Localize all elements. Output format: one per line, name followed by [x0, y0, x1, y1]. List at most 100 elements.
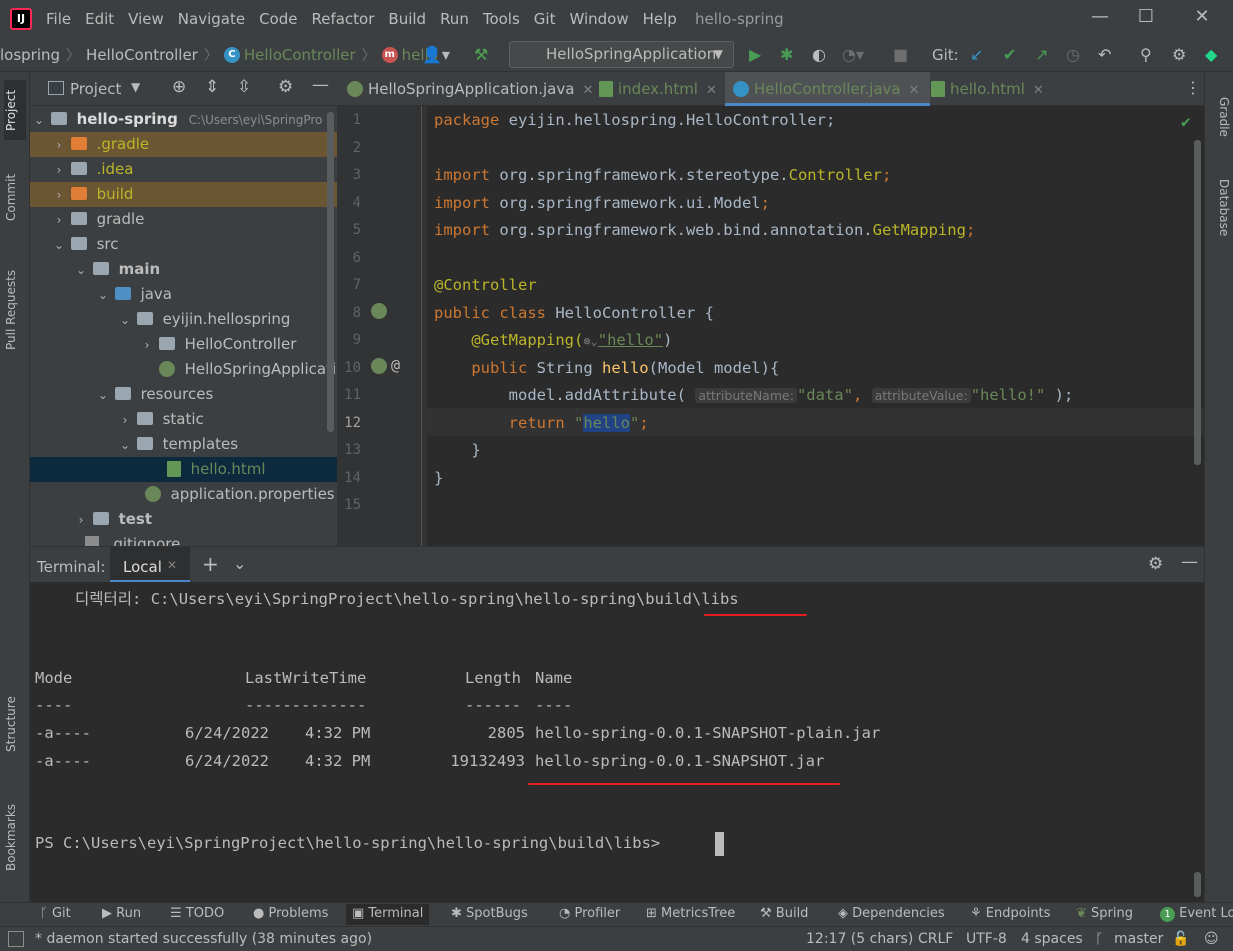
- gear-icon[interactable]: ⚙: [278, 77, 293, 97]
- tool-tab-bookmarks[interactable]: Bookmarks: [4, 792, 26, 882]
- spring-bean-icon[interactable]: [371, 303, 387, 319]
- breadcrumb-class[interactable]: HelloController: [244, 46, 356, 64]
- tree-item[interactable]: .gitignore: [30, 532, 337, 546]
- line-separator[interactable]: CRLF: [918, 931, 953, 947]
- hector-icon[interactable]: ☺: [1204, 931, 1219, 947]
- tool-profiler[interactable]: ◔ Profiler: [559, 906, 620, 921]
- close-icon[interactable]: ✕: [582, 83, 593, 98]
- tool-endpoints[interactable]: ⚘ Endpoints: [970, 906, 1050, 921]
- hide-panel-icon[interactable]: —: [312, 75, 329, 95]
- tree-item-root[interactable]: ⌄ hello-spring C:\Users\eyi\SpringPro: [30, 107, 337, 132]
- menu-tools[interactable]: Tools: [483, 10, 520, 28]
- git-branch[interactable]: master: [1114, 931, 1163, 947]
- debug-icon[interactable]: ✱: [780, 45, 793, 64]
- profile-icon[interactable]: ◔▾: [842, 45, 864, 64]
- editor-scrollbar[interactable]: [1194, 140, 1201, 465]
- tool-git[interactable]: ᚴ Git: [40, 906, 71, 921]
- more-tabs-icon[interactable]: ⋮: [1185, 78, 1201, 97]
- tree-item[interactable]: ⌄ resources: [30, 382, 337, 407]
- tree-item[interactable]: ⌄ main: [30, 257, 337, 282]
- maximize-button[interactable]: ☐: [1131, 6, 1161, 32]
- tool-tab-structure[interactable]: Structure: [4, 684, 26, 764]
- breadcrumb-file[interactable]: HelloController: [86, 46, 198, 64]
- spring-bean-icon[interactable]: [371, 358, 387, 374]
- user-icon[interactable]: 👤▾: [422, 45, 450, 64]
- terminal-scrollbar[interactable]: [1194, 872, 1201, 897]
- tree-item[interactable]: HelloSpringApplicatio: [30, 357, 337, 382]
- tab-hello-html[interactable]: hello.html ✕: [931, 72, 1044, 106]
- terminal-output[interactable]: 디렉터리: C:\Users\eyi\SpringProject\hello-s…: [30, 582, 1204, 902]
- tool-tab-pull-requests[interactable]: Pull Requests: [4, 260, 26, 360]
- breadcrumb-project[interactable]: lospring: [0, 46, 60, 64]
- request-mapping-icon[interactable]: @: [391, 356, 400, 374]
- project-panel-title[interactable]: Project: [70, 80, 121, 98]
- no-problems-check-icon[interactable]: ✔: [1181, 112, 1191, 131]
- menu-navigate[interactable]: Navigate: [178, 10, 245, 28]
- tool-dependencies[interactable]: ◈ Dependencies: [838, 906, 945, 921]
- tree-item[interactable]: › build: [30, 182, 337, 207]
- plugin-logo-icon[interactable]: ◆: [1205, 45, 1217, 64]
- tool-tab-project[interactable]: Project: [4, 80, 26, 140]
- chevron-down-icon[interactable]: ⌄: [233, 554, 246, 573]
- git-update-icon[interactable]: ↙: [970, 45, 983, 64]
- tree-item[interactable]: › static: [30, 407, 337, 432]
- gear-icon[interactable]: ⚙: [1148, 554, 1163, 574]
- menu-code[interactable]: Code: [259, 10, 297, 28]
- tree-item[interactable]: ⌄ java: [30, 282, 337, 307]
- lock-icon[interactable]: 🔓: [1172, 931, 1189, 947]
- tree-item[interactable]: › .gradle: [30, 132, 337, 157]
- tree-item[interactable]: › test: [30, 507, 337, 532]
- menu-refactor[interactable]: Refactor: [311, 10, 374, 28]
- tree-item-selected[interactable]: hello.html: [30, 457, 337, 482]
- tool-spring[interactable]: ❦ Spring: [1076, 906, 1133, 921]
- add-terminal-icon[interactable]: +: [202, 552, 219, 576]
- menu-window[interactable]: Window: [569, 10, 628, 28]
- gear-icon[interactable]: ⚙: [1172, 45, 1186, 64]
- tool-spotbugs[interactable]: ✱ SpotBugs: [451, 906, 528, 921]
- run-icon[interactable]: ▶: [749, 45, 761, 64]
- menu-build[interactable]: Build: [388, 10, 426, 28]
- tree-item[interactable]: › HelloController: [30, 332, 337, 357]
- file-encoding[interactable]: UTF-8: [966, 931, 1007, 947]
- terminal-tab-local[interactable]: Local ✕: [110, 547, 190, 583]
- expand-all-icon[interactable]: ⇕: [205, 77, 219, 97]
- tab-hellospringapplication[interactable]: HelloSpringApplication.java ✕: [347, 72, 593, 106]
- menu-run[interactable]: Run: [440, 10, 469, 28]
- tool-metricstree[interactable]: ⊞ MetricsTree: [646, 906, 735, 921]
- tree-item[interactable]: › gradle: [30, 207, 337, 232]
- hammer-build-icon[interactable]: ⚒: [474, 45, 488, 64]
- tab-hellocontroller-active[interactable]: HelloController.java ✕: [725, 72, 930, 106]
- tool-terminal[interactable]: ▣ Terminal: [346, 904, 430, 925]
- close-icon[interactable]: ✕: [706, 83, 717, 98]
- status-message[interactable]: * daemon started successfully (38 minute…: [35, 931, 372, 947]
- menu-git[interactable]: Git: [534, 10, 556, 28]
- hide-panel-icon[interactable]: —: [1181, 552, 1198, 572]
- tool-tab-gradle[interactable]: Gradle: [1209, 86, 1231, 148]
- tool-windows-toggle-icon[interactable]: [8, 931, 24, 947]
- tool-run[interactable]: ▶ Run: [102, 906, 141, 921]
- tool-build[interactable]: ⚒ Build: [760, 906, 808, 921]
- tree-item[interactable]: ⌄ templates: [30, 432, 337, 457]
- menu-file[interactable]: File: [46, 10, 71, 28]
- menu-edit[interactable]: Edit: [85, 10, 114, 28]
- indent-setting[interactable]: 4 spaces: [1021, 931, 1083, 947]
- git-commit-icon[interactable]: ✔: [1003, 45, 1016, 64]
- tool-problems[interactable]: ● Problems: [253, 906, 328, 921]
- locate-icon[interactable]: ⊕: [172, 77, 186, 97]
- minimize-button[interactable]: —: [1085, 6, 1115, 32]
- project-scrollbar[interactable]: [327, 112, 334, 432]
- code-editor[interactable]: package eyijin.hellospring.HelloControll…: [427, 106, 1204, 546]
- tree-item[interactable]: › .idea: [30, 157, 337, 182]
- tool-todo[interactable]: ☰ TODO: [170, 906, 224, 921]
- tree-item[interactable]: ⌄ src: [30, 232, 337, 257]
- collapse-all-icon[interactable]: ⇳: [237, 77, 251, 97]
- run-configuration-select[interactable]: HelloSpringApplication ▼: [509, 41, 734, 68]
- tool-tab-commit[interactable]: Commit: [4, 167, 26, 227]
- stop-icon[interactable]: ■: [893, 45, 908, 64]
- tool-event-log[interactable]: 1 Event Lo: [1160, 906, 1233, 922]
- close-icon[interactable]: ✕: [1033, 83, 1044, 98]
- coverage-icon[interactable]: ◐: [812, 45, 826, 64]
- tree-item[interactable]: ⌄ eyijin.hellospring: [30, 307, 337, 332]
- tool-tab-database[interactable]: Database: [1209, 168, 1231, 248]
- history-icon[interactable]: ◷: [1066, 45, 1080, 64]
